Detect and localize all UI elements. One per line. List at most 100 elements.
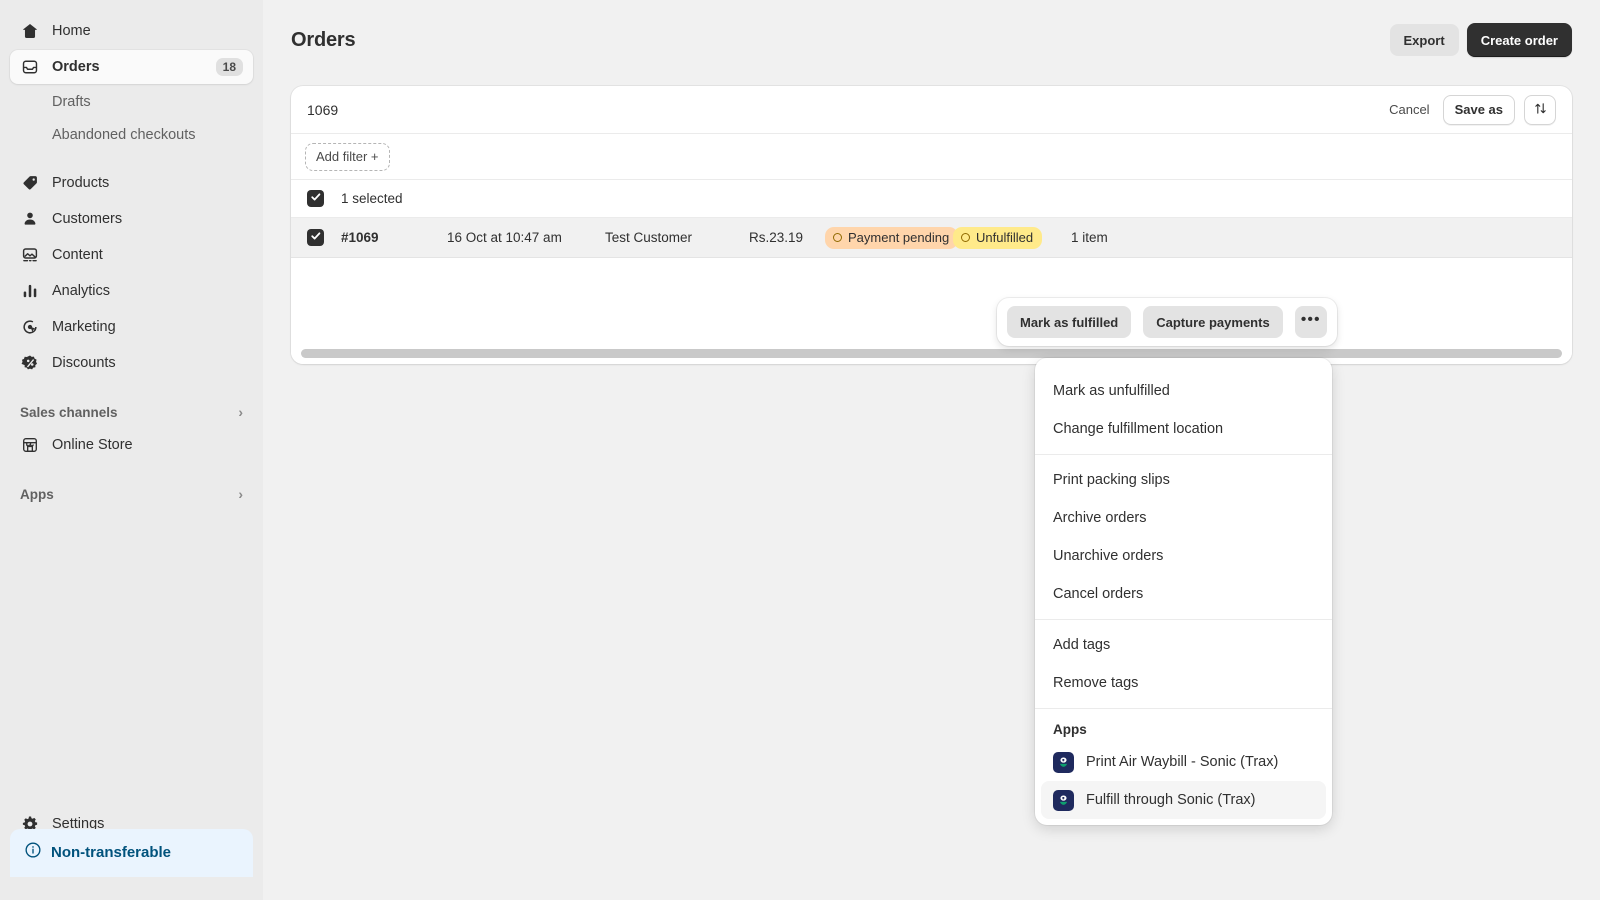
menu-group-apps: Apps Print Air Waybill - Sonic (Trax) Fu…	[1035, 708, 1332, 825]
sidebar-item-home[interactable]: Home	[10, 14, 253, 48]
scrollbar-thumb[interactable]	[301, 349, 1562, 358]
menu-item-label: Print Air Waybill - Sonic (Trax)	[1086, 754, 1279, 770]
sidebar-item-orders[interactable]: Orders 18	[10, 50, 253, 84]
menu-item-label: Change fulfillment location	[1053, 421, 1224, 437]
sidebar-item-analytics[interactable]: Analytics	[10, 274, 253, 308]
save-as-button[interactable]: Save as	[1442, 94, 1515, 125]
sidebar-item-content[interactable]: Content	[10, 238, 253, 272]
person-icon	[20, 209, 40, 229]
status-badge-label: Unfulfilled	[976, 229, 1034, 245]
sidebar-item-label: Home	[52, 23, 91, 39]
mark-as-fulfilled-button[interactable]: Mark as fulfilled	[1007, 306, 1132, 338]
search-input[interactable]: 1069	[307, 102, 338, 118]
main-content: Orders Export Create order 1069 Cancel S…	[263, 0, 1600, 900]
search-actions: Cancel Save as	[1385, 94, 1556, 125]
sidebar-section-apps[interactable]: Apps ›	[10, 478, 253, 510]
sort-button[interactable]	[1524, 94, 1556, 125]
sidebar-item-online-store[interactable]: Online Store	[10, 428, 253, 462]
info-circle-icon	[24, 841, 42, 863]
sidebar-item-drafts[interactable]: Drafts	[10, 86, 253, 118]
menu-group-fulfillment: Mark as unfulfilled Change fulfillment l…	[1035, 366, 1332, 454]
sidebar-section-sales-channels[interactable]: Sales channels ›	[10, 396, 253, 428]
table-row[interactable]: #1069 16 Oct at 10:47 am Test Customer R…	[291, 218, 1572, 258]
sidebar-section-label: Apps	[20, 486, 54, 502]
app-root: Home Orders 18 Drafts Abandoned checkout…	[0, 0, 1600, 900]
menu-item-add-tags[interactable]: Add tags	[1041, 626, 1326, 664]
orders-inbox-icon	[20, 57, 40, 77]
menu-item-label: Unarchive orders	[1053, 548, 1164, 564]
menu-item-fulfill-through-sonic[interactable]: Fulfill through Sonic (Trax)	[1041, 781, 1326, 819]
select-all-row: 1 selected	[291, 180, 1572, 218]
sidebar-item-label: Analytics	[52, 283, 111, 299]
storefront-icon	[20, 435, 40, 455]
sidebar-item-products[interactable]: Products	[10, 166, 253, 200]
chevron-right-icon: ›	[238, 486, 243, 502]
target-cursor-icon	[20, 317, 40, 337]
page-title: Orders	[291, 28, 356, 51]
menu-item-change-fulfillment-location[interactable]: Change fulfillment location	[1041, 410, 1326, 448]
more-actions-button[interactable]: •••	[1294, 306, 1327, 338]
menu-item-unarchive-orders[interactable]: Unarchive orders	[1041, 537, 1326, 575]
check-icon	[310, 190, 322, 208]
cell-customer: Test Customer	[605, 230, 693, 245]
sonic-trax-app-icon	[1053, 751, 1074, 773]
orders-count-badge: 18	[215, 58, 243, 76]
sidebar-subitem-label: Abandoned checkouts	[52, 127, 196, 143]
sidebar-item-discounts[interactable]: Discounts	[10, 346, 253, 380]
tag-icon	[20, 173, 40, 193]
cell-fulfillment-status: Unfulfilled	[953, 226, 1071, 249]
menu-item-print-packing-slips[interactable]: Print packing slips	[1041, 461, 1326, 499]
sidebar: Home Orders 18 Drafts Abandoned checkout…	[0, 0, 263, 900]
status-badge-label: Payment pending	[848, 229, 950, 245]
sidebar-item-marketing[interactable]: Marketing	[10, 310, 253, 344]
sidebar-item-label: Customers	[52, 211, 123, 227]
discount-badge-icon	[20, 353, 40, 373]
bars-icon	[20, 281, 40, 301]
menu-item-remove-tags[interactable]: Remove tags	[1041, 664, 1326, 702]
menu-item-label: Archive orders	[1053, 510, 1147, 526]
horizontal-scrollbar[interactable]	[301, 349, 1562, 358]
sidebar-item-label: Marketing	[52, 319, 116, 335]
cell-items: 1 item	[1071, 230, 1108, 245]
sidebar-section-label: Sales channels	[20, 404, 118, 420]
bulk-action-bar: Mark as fulfilled Capture payments •••	[997, 298, 1337, 346]
menu-item-label: Fulfill through Sonic (Trax)	[1086, 792, 1256, 808]
sidebar-item-label: Online Store	[52, 437, 133, 453]
row-checkbox[interactable]	[307, 229, 324, 246]
sidebar-item-label: Discounts	[52, 355, 116, 371]
sidebar-item-label: Products	[52, 175, 110, 191]
status-dot-icon	[961, 232, 970, 242]
image-icon	[20, 245, 40, 265]
more-actions-menu: Mark as unfulfilled Change fulfillment l…	[1035, 358, 1332, 825]
sidebar-settings-container: Settings Non-transferable	[0, 807, 263, 877]
capture-payments-button[interactable]: Capture payments	[1143, 306, 1283, 338]
create-order-button[interactable]: Create order	[1466, 23, 1572, 57]
sidebar-item-label: Content	[52, 247, 103, 263]
non-transferable-banner[interactable]: Non-transferable	[10, 829, 253, 877]
export-button[interactable]: Export	[1389, 24, 1459, 56]
cell-payment-status: Payment pending	[825, 226, 959, 249]
selected-count-label: 1 selected	[341, 191, 403, 206]
check-icon	[310, 229, 322, 247]
sidebar-item-customers[interactable]: Customers	[10, 202, 253, 236]
home-icon	[20, 21, 40, 41]
menu-group-tags: Add tags Remove tags	[1035, 619, 1332, 708]
page-header-actions: Export Create order	[1389, 23, 1572, 57]
menu-item-label: Cancel orders	[1053, 586, 1144, 602]
sidebar-item-label: Orders	[52, 59, 100, 75]
menu-item-print-air-waybill[interactable]: Print Air Waybill - Sonic (Trax)	[1041, 743, 1326, 781]
cancel-button[interactable]: Cancel	[1385, 96, 1433, 123]
menu-item-mark-as-unfulfilled[interactable]: Mark as unfulfilled	[1041, 372, 1326, 410]
sort-arrows-icon	[1533, 101, 1548, 119]
status-dot-icon	[833, 232, 842, 242]
select-all-checkbox[interactable]	[307, 190, 324, 207]
ellipsis-icon: •••	[1300, 310, 1321, 328]
add-filter-button[interactable]: Add filter +	[305, 142, 390, 171]
sidebar-item-abandoned-checkouts[interactable]: Abandoned checkouts	[10, 119, 253, 151]
menu-item-cancel-orders[interactable]: Cancel orders	[1041, 575, 1326, 613]
orders-card: 1069 Cancel Save as Add filter + 1 selec…	[291, 86, 1572, 364]
sidebar-subitem-label: Drafts	[52, 94, 91, 110]
menu-item-archive-orders[interactable]: Archive orders	[1041, 499, 1326, 537]
